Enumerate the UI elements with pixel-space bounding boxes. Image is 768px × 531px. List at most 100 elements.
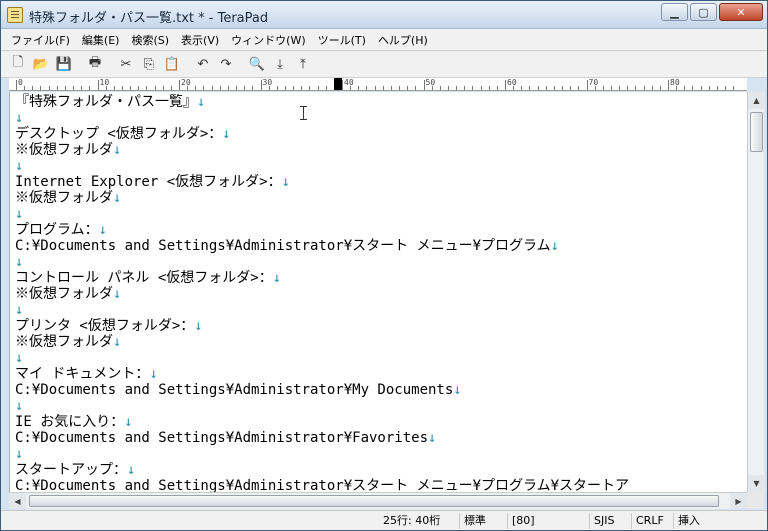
find-prev-icon[interactable]: ⤒ bbox=[292, 53, 314, 75]
ruler-tick bbox=[56, 86, 58, 90]
ruler-label: 60 bbox=[507, 78, 517, 87]
cut-icon[interactable]: ✂ bbox=[115, 53, 137, 75]
horizontal-scrollbar[interactable]: ◀ ▶ bbox=[9, 492, 747, 509]
text-line: C:¥Documents and Settings¥Administrator¥… bbox=[15, 382, 462, 398]
ruler-tick bbox=[382, 86, 384, 90]
window-title: 特殊フォルダ・パス一覧.txt * - TeraPad bbox=[29, 11, 269, 26]
newline-mark-icon: ↓ bbox=[453, 382, 462, 398]
ruler-tick bbox=[342, 80, 343, 90]
ruler-tick bbox=[260, 80, 262, 90]
ruler-tick bbox=[488, 86, 490, 90]
ruler-tick bbox=[195, 86, 197, 90]
menu-view[interactable]: 表示(V) bbox=[175, 32, 225, 48]
ruler-tick bbox=[16, 80, 17, 90]
line-text: プリンタ <仮想フォルダ>： bbox=[15, 318, 195, 334]
menu-edit[interactable]: 編集(E) bbox=[76, 32, 126, 48]
scroll-up-icon[interactable]: ▲ bbox=[748, 92, 765, 109]
horizontal-scroll-thumb[interactable] bbox=[29, 495, 719, 507]
menu-window[interactable]: ウィンドウ(W) bbox=[225, 32, 311, 48]
ruler-tick bbox=[610, 86, 612, 90]
ruler-tick bbox=[439, 86, 441, 90]
column-ruler: 0 10 20 30 40 50 60 70 80 bbox=[9, 78, 747, 91]
text-line: ↓ bbox=[15, 110, 23, 126]
line-text: スタートアップ： bbox=[15, 462, 127, 478]
line-text: Internet Explorer <仮想フォルダ>： bbox=[15, 174, 282, 190]
line-text: 『特殊フォルダ・パス一覧』 bbox=[15, 94, 197, 110]
save-icon[interactable]: 💾 bbox=[53, 53, 75, 75]
close-button[interactable]: ✕ bbox=[719, 3, 763, 21]
status-position: 25行: 40桁 bbox=[383, 514, 441, 527]
title-bar[interactable]: 特殊フォルダ・パス一覧.txt * - TeraPad ▁ ▢ ✕ bbox=[1, 1, 767, 29]
ruler-tick bbox=[684, 86, 686, 90]
ruler-tick bbox=[659, 86, 661, 90]
ruler-tick bbox=[366, 86, 368, 90]
ruler-tick bbox=[301, 86, 303, 90]
menu-bar: ファイル(F) 編集(E) 検索(S) 表示(V) ウィンドウ(W) ツール(T… bbox=[1, 29, 767, 51]
ruler-tick bbox=[725, 86, 727, 90]
copy-icon[interactable]: ⎘ bbox=[138, 53, 160, 75]
newline-mark-icon: ↓ bbox=[222, 126, 231, 142]
text-line: 『特殊フォルダ・パス一覧』↓ bbox=[15, 94, 205, 110]
menu-file[interactable]: ファイル(F) bbox=[5, 32, 76, 48]
new-file-icon[interactable]: 🗋 bbox=[7, 53, 29, 75]
newline-mark-icon: ↓ bbox=[149, 366, 158, 382]
ruler-tick bbox=[358, 86, 360, 90]
text-line: ↓ bbox=[15, 398, 23, 414]
ruler-tick bbox=[570, 86, 572, 90]
menu-tools[interactable]: ツール(T) bbox=[312, 32, 372, 48]
ruler-tick bbox=[529, 86, 531, 90]
newline-mark-icon: ↓ bbox=[15, 254, 24, 270]
scroll-left-icon[interactable]: ◀ bbox=[9, 493, 26, 509]
ruler-tick bbox=[32, 86, 34, 90]
find-next-icon[interactable]: ⤓ bbox=[269, 53, 291, 75]
newline-mark-icon: ↓ bbox=[15, 446, 24, 462]
ruler-tick bbox=[81, 86, 83, 90]
ruler-tick bbox=[24, 86, 26, 90]
scroll-down-icon[interactable]: ▼ bbox=[748, 475, 765, 492]
menu-help[interactable]: ヘルプ(H) bbox=[372, 32, 434, 48]
vertical-scrollbar[interactable]: ▲ ▼ bbox=[747, 92, 765, 492]
status-encoding: SJIS bbox=[589, 513, 629, 529]
text-editor[interactable]: 『特殊フォルダ・パス一覧』↓ ↓ デスクトップ <仮想フォルダ>：↓ ※仮想フォルダ↓… bbox=[9, 92, 747, 492]
toolbar: 🗋 📂 💾 🖶 ✂ ⎘ 📋 ↶ ↷ 🔍 ⤓ ⤒ bbox=[1, 51, 767, 78]
ruler-tick bbox=[423, 80, 425, 90]
ruler-label: 70 bbox=[588, 78, 599, 87]
maximize-button[interactable]: ▢ bbox=[690, 3, 717, 21]
line-text: C:¥Documents and Settings¥Administrator¥… bbox=[15, 238, 551, 254]
ruler-label: 20 bbox=[181, 78, 191, 87]
newline-mark-icon: ↓ bbox=[15, 206, 24, 222]
undo-icon[interactable]: ↶ bbox=[192, 53, 214, 75]
find-icon[interactable]: 🔍 bbox=[246, 53, 268, 75]
ruler-tick bbox=[562, 86, 564, 90]
status-mode: 標準 bbox=[459, 513, 503, 529]
open-folder-icon[interactable]: 📂 bbox=[30, 53, 52, 75]
ruler-tick bbox=[293, 86, 295, 90]
ruler-tick bbox=[464, 86, 466, 90]
newline-mark-icon: ↓ bbox=[15, 302, 24, 318]
ruler-tick bbox=[545, 86, 547, 90]
newline-mark-icon: ↓ bbox=[428, 430, 437, 446]
ruler-tick bbox=[407, 86, 409, 90]
ruler-tick bbox=[219, 86, 221, 90]
text-line: Internet Explorer <仮想フォルダ>：↓ bbox=[15, 174, 290, 190]
status-code: [80] bbox=[507, 513, 585, 529]
redo-icon[interactable]: ↷ bbox=[215, 53, 237, 75]
minimize-button[interactable]: ▁ bbox=[661, 3, 688, 21]
newline-mark-icon: ↓ bbox=[281, 174, 291, 190]
ruler-tick bbox=[668, 80, 669, 90]
ruler-tick bbox=[374, 86, 376, 90]
scroll-right-icon[interactable]: ▶ bbox=[730, 493, 747, 509]
notepad-icon bbox=[7, 7, 23, 23]
ruler-tick bbox=[521, 86, 523, 90]
menu-search[interactable]: 検索(S) bbox=[125, 32, 175, 48]
print-icon[interactable]: 🖶 bbox=[84, 53, 106, 75]
paste-icon[interactable]: 📋 bbox=[161, 53, 183, 75]
ruler-tick bbox=[399, 86, 401, 90]
newline-mark-icon: ↓ bbox=[113, 334, 122, 350]
text-line: プログラム：↓ bbox=[15, 222, 107, 238]
ruler-tick bbox=[276, 86, 278, 90]
newline-mark-icon: ↓ bbox=[550, 238, 560, 254]
ruler-tick bbox=[48, 86, 50, 90]
vertical-scroll-thumb[interactable] bbox=[750, 112, 763, 152]
text-line: ↓ bbox=[15, 158, 23, 174]
